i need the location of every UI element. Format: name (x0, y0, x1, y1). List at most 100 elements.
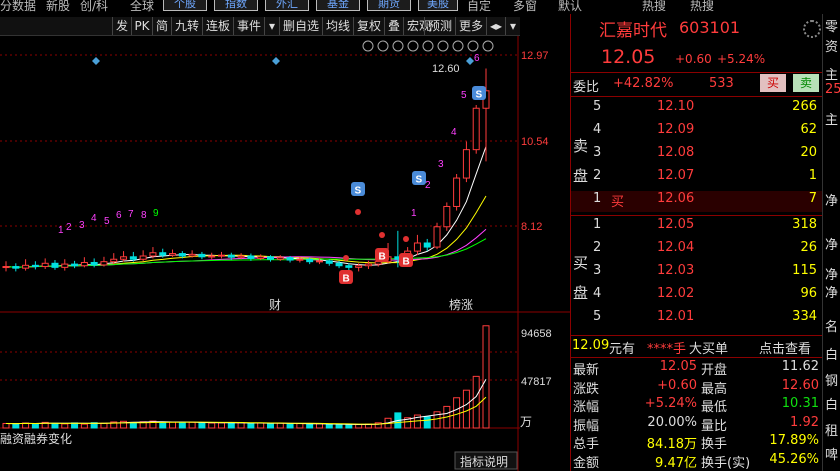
volume-bar (276, 422, 284, 429)
stock-code: 603101 (679, 18, 741, 37)
buy-button[interactable]: 买 (760, 74, 786, 92)
level-volume: 96 (800, 286, 817, 301)
candle-body (61, 263, 69, 268)
level-index: 4 (593, 286, 602, 301)
menu-item-fen[interactable]: 分 (0, 0, 12, 14)
toolbar-more-dropdown[interactable]: ▾ (505, 17, 520, 35)
candle-body (453, 177, 461, 207)
time-icon (422, 40, 434, 52)
level-price: 12.04 (657, 240, 695, 255)
menu-item-chuangke[interactable]: 创/科 (80, 0, 108, 14)
divider (571, 96, 823, 97)
candle-body (423, 242, 431, 248)
tab-forex[interactable]: 外汇 (265, 0, 309, 11)
level-price: 12.10 (657, 99, 695, 114)
tab-index[interactable]: 指数 (214, 0, 258, 11)
tab-stock[interactable]: 个股 (163, 0, 207, 11)
menu-item-default[interactable]: 默认 (558, 0, 582, 14)
tab-futures[interactable]: 期货 (367, 0, 411, 11)
signal-dot (355, 209, 361, 215)
chart-toolbar: 发 PK 简 九转 连板 事件 ▾ 删自选 均线 复权 叠 宏观 预测 更多 ◂… (0, 17, 520, 36)
toolbar-toggle-panel[interactable]: ◂▸ (486, 17, 505, 35)
toolbar-jian[interactable]: 简 (152, 17, 171, 35)
toolbar-jiuzhuan[interactable]: 九转 (171, 17, 202, 35)
sell-level-1[interactable]: 1 12.06 7 买 (571, 191, 823, 212)
buy-level-5[interactable]: 5 12.01 334 (571, 309, 823, 330)
divider (571, 72, 823, 73)
toolbar-ma[interactable]: 均线 (322, 17, 353, 35)
bigbuy-price: 12.09 (572, 338, 610, 353)
buy-level-2[interactable]: 2 12.04 26 (571, 240, 823, 261)
volume-bar (218, 422, 226, 429)
stat-value: 11.62 (781, 359, 819, 374)
tag-bangzhang: 榜涨 (449, 297, 473, 312)
menu-item-multiwindow[interactable]: 多窗 (513, 0, 537, 14)
side-info-strip: 零资主 25 主净净净净名白钢白租啤 (822, 14, 840, 471)
level-tag: 买 (611, 195, 625, 210)
toolbar-remove-watch[interactable]: 删自选 (279, 17, 322, 35)
level-index: 1 (593, 191, 602, 206)
toolbar-fa[interactable]: 发 (112, 17, 131, 35)
dot-icon (452, 40, 464, 52)
level-volume: 1 (808, 168, 817, 183)
side-strip-label: 资 (825, 40, 839, 55)
sell-button[interactable]: 卖 (793, 74, 819, 92)
toolbar-event-dropdown[interactable]: ▾ (264, 17, 279, 35)
menu-item-data[interactable]: 数据 (12, 0, 36, 14)
menu-item-newstock[interactable]: 新股 (46, 0, 70, 14)
stat-value: 1.92 (790, 414, 819, 430)
candle-body (413, 242, 421, 252)
menu-item-global[interactable]: 全球 (130, 0, 154, 14)
menu-item-hot2[interactable]: 热搜 (690, 0, 714, 14)
volume-bar (462, 389, 470, 429)
indicator-help-button[interactable]: 指标说明 (460, 454, 508, 469)
buy-level-1[interactable]: 1 12.05 318 (571, 217, 823, 238)
toolbar-more[interactable]: 更多 (455, 17, 486, 35)
menu-item-custom[interactable]: 自定 (467, 0, 491, 14)
volume-bar (2, 422, 10, 429)
stat-label: 振幅 (573, 418, 600, 434)
stat-value: 10.31 (781, 396, 819, 411)
stat-value: 17.89% (769, 433, 819, 448)
toolbar-lianban[interactable]: 连板 (202, 17, 233, 35)
count-label: 4 (91, 213, 97, 224)
seq-label: 3 (438, 159, 444, 170)
side-strip-label: 名 (825, 320, 839, 335)
volume-bar (247, 422, 255, 429)
stat-label: 总手 (573, 437, 600, 452)
volume-bar (453, 397, 461, 429)
stat-value: +5.24% (644, 396, 697, 411)
level-volume: 7 (808, 191, 817, 206)
bigbuy-view-link[interactable]: 点击查看 (759, 338, 811, 357)
tab-fund[interactable]: 基金 (316, 0, 360, 11)
price-change: +0.60 (675, 52, 712, 66)
sell-level-2[interactable]: 2 12.07 1 (571, 168, 823, 189)
level-index: 3 (593, 145, 602, 160)
buy-level-4[interactable]: 4 12.02 96 (571, 286, 823, 307)
play-icon (392, 40, 404, 52)
level-price: 12.02 (657, 286, 695, 301)
side-strip-label: 钢 (825, 374, 839, 389)
toolbar-overlay[interactable]: 叠 (384, 17, 403, 35)
gear-icon[interactable] (803, 20, 821, 38)
sell-level-3[interactable]: 3 12.08 20 (571, 145, 823, 166)
candle-body (325, 260, 333, 264)
candles (2, 68, 490, 272)
bottom-tab-margin[interactable]: 融资融券变化 (0, 431, 72, 446)
stat-row: 金额 9.47亿 换手(实) 45.26% (571, 452, 823, 471)
candle-body (188, 253, 196, 257)
toolbar-forecast[interactable]: 预测 (424, 17, 455, 35)
toolbar-pk[interactable]: PK (131, 17, 152, 35)
toolbar-adjust[interactable]: 复权 (353, 17, 384, 35)
kline-chart[interactable]: 1 2 34 56 7 8 9 123456SSSBB B 12.60 12.97 10.54 … (0, 36, 570, 471)
tab-us-stock[interactable]: 美股 (418, 0, 458, 11)
stat-label: 金额 (573, 455, 600, 471)
volume-ma5 (5, 379, 487, 425)
volume-bar (296, 423, 304, 429)
sell-level-5[interactable]: 5 12.10 266 (571, 99, 823, 120)
level-index: 2 (593, 240, 602, 255)
buy-level-3[interactable]: 3 12.03 115 (571, 263, 823, 284)
menu-item-hot1[interactable]: 热搜 (642, 0, 666, 14)
sell-level-4[interactable]: 4 12.09 62 (571, 122, 823, 143)
toolbar-event[interactable]: 事件 (233, 17, 264, 35)
